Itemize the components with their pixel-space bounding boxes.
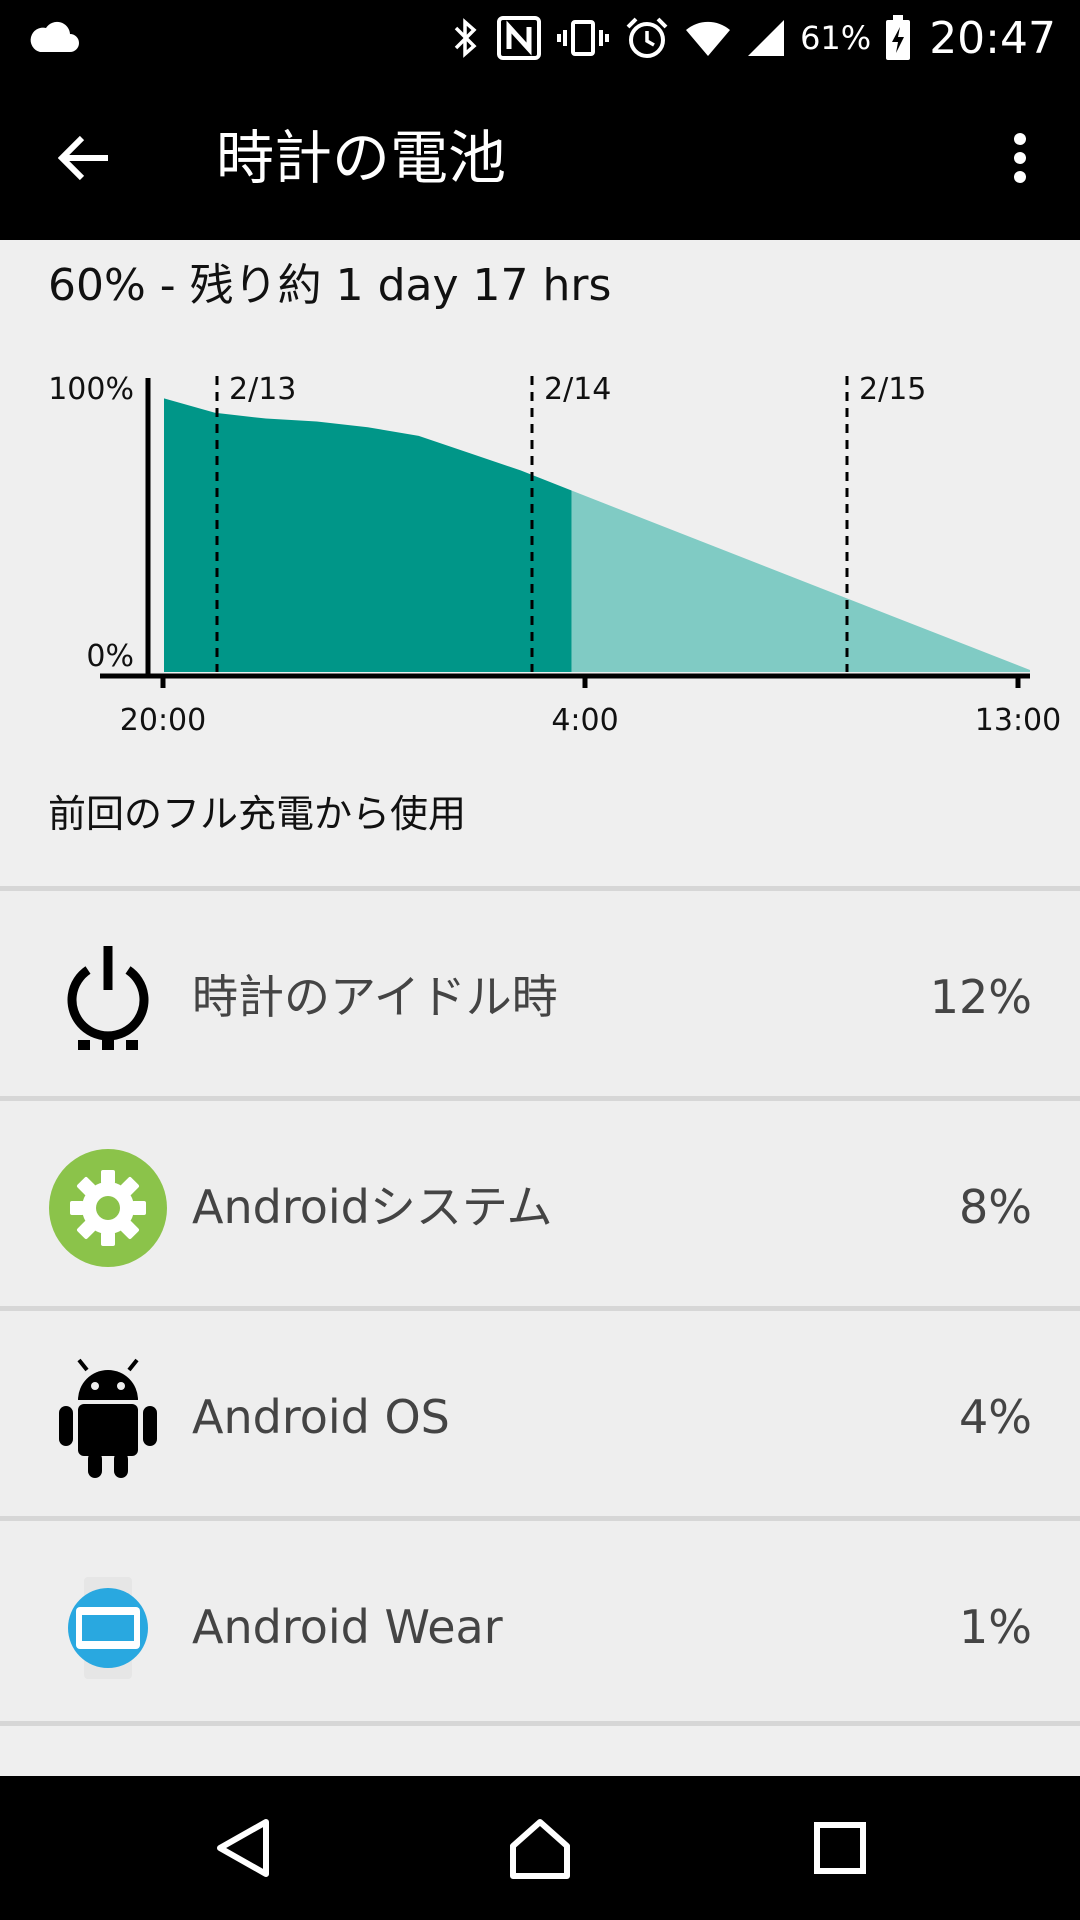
usage-list: 時計のアイドル時 12% Androidシステム 8% Android OS 4… [0,886,1080,1726]
android-wear-icon [48,1568,168,1688]
battery-actual-area [164,398,572,672]
battery-predicted-area [571,490,1030,672]
arrow-back-icon[interactable] [48,122,120,194]
date-marker-label: 2/14 [544,372,611,407]
usage-label: Android Wear [192,1600,503,1654]
x-tick-label: 4:00 [551,703,618,738]
alarm-icon [624,15,670,61]
nav-back-icon[interactable] [170,1776,314,1920]
x-tick-label: 20:00 [120,703,206,738]
usage-item-android-system[interactable]: Androidシステム 8% [0,1096,1080,1306]
app-bar: 時計の電池 [0,76,1080,240]
usage-value: 12% [929,970,1032,1024]
navigation-bar [0,1776,1080,1920]
clock: 20:47 [929,12,1056,64]
battery-charging-icon [885,15,911,61]
settings-gear-icon [48,1148,168,1268]
usage-item-android-wear[interactable]: Android Wear 1% [0,1516,1080,1726]
nfc-icon [496,15,542,61]
y-label-max: 100% [48,372,134,407]
date-marker-label: 2/13 [229,372,296,407]
bluetooth-icon [448,16,482,60]
cloud-icon [26,16,80,60]
x-tick-label: 13:00 [975,703,1061,738]
battery-percent: 61% [800,19,872,57]
more-vert-icon[interactable] [996,122,1044,194]
battery-history-chart: 100% 0% 2/13 2/14 2/15 20:00 4:00 13:00 [0,330,1080,740]
usage-label: Androidシステム [192,1180,553,1234]
page-title: 時計の電池 [216,124,507,192]
android-robot-icon [48,1358,168,1478]
usage-section-label: 前回のフル充電から使用 [48,792,467,836]
wifi-icon [684,18,732,58]
usage-item-android-os[interactable]: Android OS 4% [0,1306,1080,1516]
usage-item-idle[interactable]: 時計のアイドル時 12% [0,886,1080,1096]
battery-summary: 60% - 残り約 1 day 17 hrs [48,260,612,311]
nav-recents-icon[interactable] [768,1776,912,1920]
power-idle-icon [48,938,168,1058]
nav-home-icon[interactable] [468,1776,612,1920]
usage-label: Android OS [192,1390,450,1444]
date-marker-label: 2/15 [859,372,926,407]
signal-icon [746,18,786,58]
status-bar: 61% 20:47 [0,0,1080,76]
y-label-min: 0% [86,639,134,674]
usage-value: 8% [959,1180,1032,1234]
vibrate-icon [556,16,610,60]
usage-label: 時計のアイドル時 [192,970,558,1024]
usage-value: 4% [959,1390,1032,1444]
usage-value: 1% [959,1600,1032,1654]
